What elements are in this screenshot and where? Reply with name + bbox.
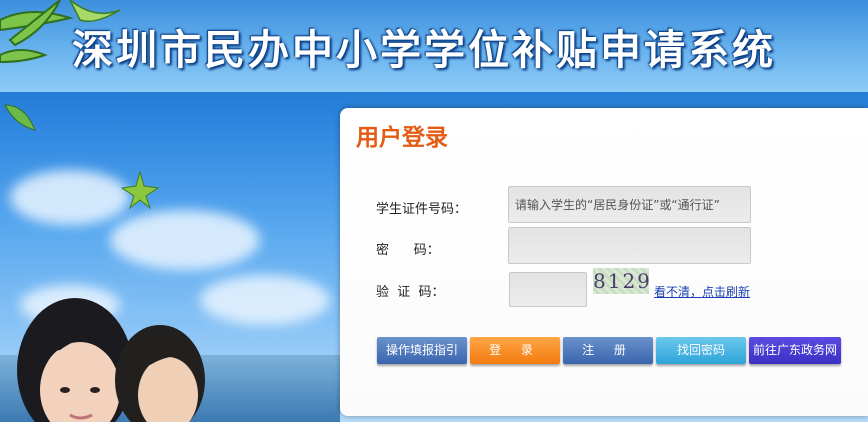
- login-heading: 用户登录: [356, 125, 448, 151]
- students-photo: [17, 298, 205, 422]
- student-id-input[interactable]: [508, 186, 751, 223]
- password-label: 密 码：: [376, 243, 440, 258]
- cloud: [110, 210, 260, 270]
- register-button[interactable]: 注 册: [563, 337, 653, 364]
- leaf-decoration: [120, 170, 160, 210]
- system-title: 深圳市民办中小学学位补贴申请系统: [72, 26, 776, 74]
- login-panel: 用户登录 学生证件号码： 密 码： 验 证 码： 8129 看不清，点击刷新 操…: [340, 108, 868, 416]
- header-banner: 深圳市民办中小学学位补贴申请系统: [0, 0, 868, 92]
- cloud: [10, 170, 130, 225]
- gd-portal-button[interactable]: 前往广东政务网: [749, 337, 841, 364]
- guide-button[interactable]: 操作填报指引: [377, 337, 467, 364]
- password-input[interactable]: [508, 227, 751, 264]
- captcha-input[interactable]: [509, 272, 587, 307]
- recover-password-button[interactable]: 找回密码: [656, 337, 746, 364]
- refresh-captcha-link[interactable]: 看不清，点击刷新: [654, 283, 750, 300]
- captcha-image[interactable]: 8129: [593, 268, 650, 294]
- student-id-label: 学生证件号码：: [376, 202, 468, 217]
- captcha-label: 验 证 码：: [376, 285, 445, 300]
- leaf-decoration: [4, 104, 36, 131]
- login-button[interactable]: 登 录: [470, 337, 560, 364]
